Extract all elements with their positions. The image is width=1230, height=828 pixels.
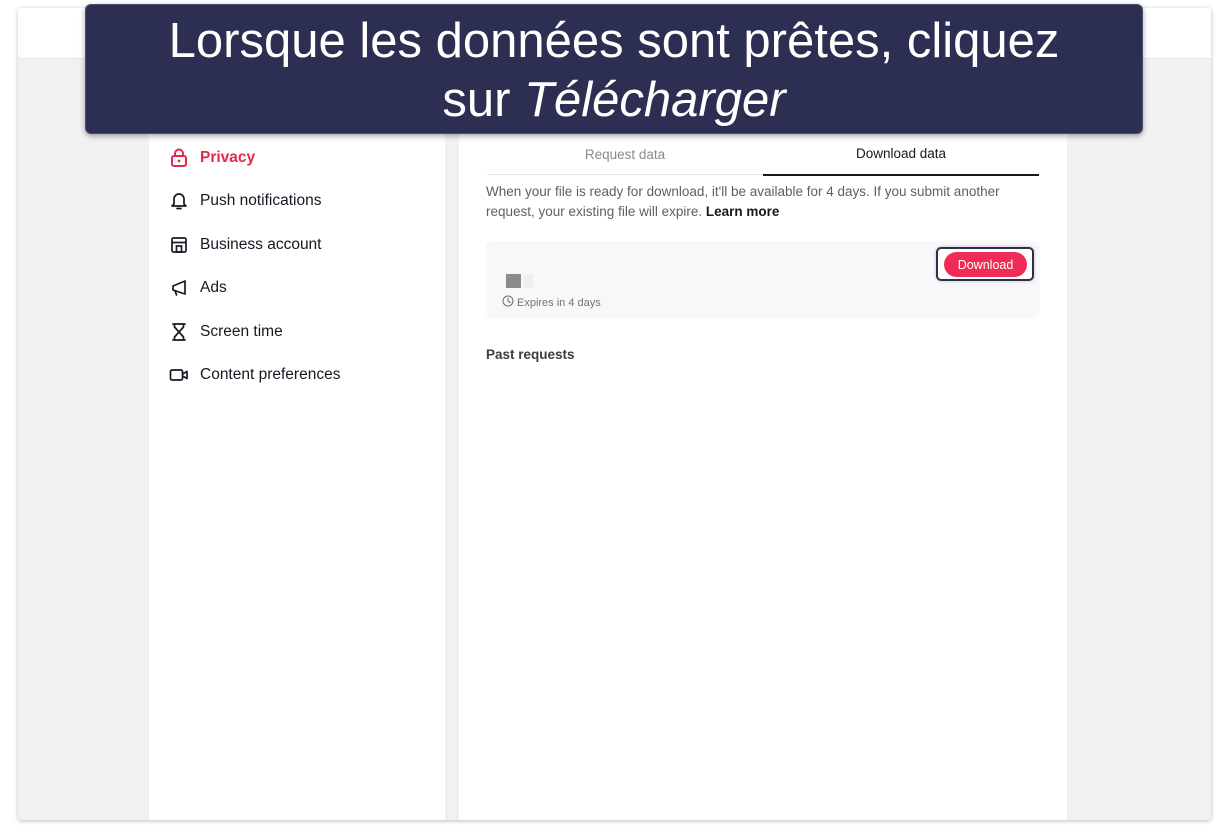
data-tabs: Request data Download data xyxy=(487,133,1039,176)
settings-sidebar: Privacy Push notifications Business acco… xyxy=(149,59,445,820)
tab-download-data[interactable]: Download data xyxy=(763,133,1039,176)
sidebar-item-label: Content preferences xyxy=(200,366,341,383)
download-info-text: When your file is ready for download, it… xyxy=(486,182,1046,222)
sidebar-item-label: Ads xyxy=(200,279,227,296)
video-camera-icon xyxy=(169,365,189,385)
clock-icon xyxy=(502,295,514,310)
storefront-icon xyxy=(169,235,189,255)
sidebar-item-label: Push notifications xyxy=(200,192,322,209)
file-thumbnail xyxy=(506,274,521,288)
sidebar-item-business-account[interactable]: Business account xyxy=(169,231,322,259)
download-button-highlight: Download xyxy=(936,247,1034,281)
expiry-info: Expires in 4 days xyxy=(502,295,601,310)
sidebar-item-push-notifications[interactable]: Push notifications xyxy=(169,187,322,215)
data-file-card: Expires in 4 days Download xyxy=(486,241,1040,318)
sidebar-item-screen-time[interactable]: Screen time xyxy=(169,318,283,346)
sidebar-item-label: Screen time xyxy=(200,323,283,340)
banner-emphasis: Télécharger xyxy=(524,73,786,127)
megaphone-icon xyxy=(169,278,189,298)
banner-line-1: Lorsque les données sont prêtes, cliquez xyxy=(168,14,1060,68)
expiry-text: Expires in 4 days xyxy=(517,296,601,309)
banner-line-2: sur Télécharger xyxy=(86,71,1142,130)
tab-request-data[interactable]: Request data xyxy=(487,133,763,175)
sidebar-item-label: Business account xyxy=(200,236,322,253)
learn-more-link[interactable]: Learn more xyxy=(706,204,780,219)
bell-icon xyxy=(169,191,189,211)
sidebar-item-content-preferences[interactable]: Content preferences xyxy=(169,361,340,389)
lock-icon xyxy=(169,148,189,168)
file-thumbnail-placeholder xyxy=(523,274,533,288)
past-requests-heading: Past requests xyxy=(486,347,575,362)
banner-line-2-prefix: sur xyxy=(442,73,525,127)
download-button[interactable]: Download xyxy=(944,252,1027,277)
sidebar-item-label: Privacy xyxy=(200,149,256,166)
download-data-panel: Request data Download data When your fil… xyxy=(459,59,1067,820)
sidebar-item-ads[interactable]: Ads xyxy=(169,274,227,302)
hourglass-icon xyxy=(169,322,189,342)
sidebar-item-privacy[interactable]: Privacy xyxy=(169,144,255,172)
instruction-banner: Lorsque les données sont prêtes, cliquez… xyxy=(85,4,1143,134)
